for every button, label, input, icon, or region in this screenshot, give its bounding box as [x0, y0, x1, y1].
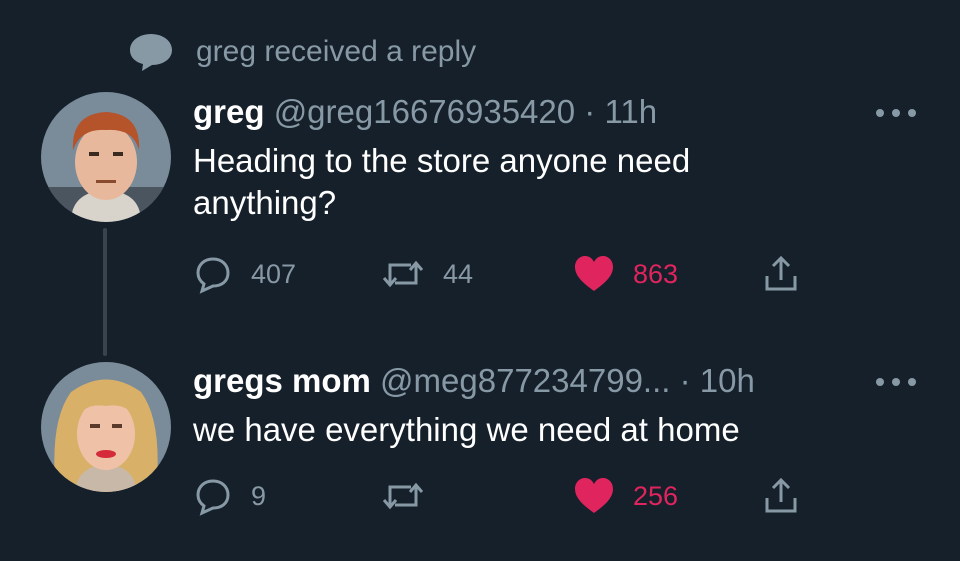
author-handle[interactable]: @greg16676935420: [274, 93, 575, 130]
dot: [908, 109, 916, 117]
more-options-button[interactable]: [876, 372, 916, 392]
tweet-header: gregs mom @meg877234799... · 10h: [193, 362, 755, 400]
share-button[interactable]: [761, 476, 801, 516]
reply-icon: [196, 257, 230, 294]
dot: [892, 378, 900, 386]
share-icon: [765, 477, 797, 513]
retweet-icon: [382, 260, 424, 288]
dot: [908, 378, 916, 386]
author-name[interactable]: gregs mom: [193, 362, 371, 399]
dot: [892, 109, 900, 117]
tweet-time[interactable]: · 10h: [680, 362, 755, 399]
dot: [876, 109, 884, 117]
reply-icon: [196, 479, 230, 516]
share-button[interactable]: [761, 254, 801, 294]
dot: [876, 378, 884, 386]
tweet-actions: 9 256: [193, 476, 813, 516]
author-name[interactable]: greg: [193, 93, 265, 130]
more-options-button[interactable]: [876, 103, 916, 123]
reply-button[interactable]: 9: [193, 476, 266, 516]
retweet-button[interactable]: 44: [381, 254, 473, 294]
tweet-text: we have everything we need at home: [193, 411, 740, 448]
avatar-greg[interactable]: [41, 92, 171, 222]
avatar-gregs-mom[interactable]: [41, 362, 171, 492]
retweet-count: 44: [443, 258, 474, 289]
like-button[interactable]: 256: [573, 476, 678, 516]
retweet-button[interactable]: [381, 476, 443, 516]
heart-icon: [575, 256, 613, 291]
retweet-icon: [382, 482, 424, 510]
thread-line: [103, 228, 107, 356]
reply-button[interactable]: 407: [193, 254, 296, 294]
like-button[interactable]: 863: [573, 254, 678, 294]
reply-count: 407: [251, 258, 297, 289]
author-handle[interactable]: @meg877234799...: [380, 362, 670, 399]
share-icon: [765, 255, 797, 291]
tweet-time[interactable]: · 11h: [584, 93, 657, 130]
notification-text: greg received a reply: [196, 35, 477, 68]
reply-bubble-icon: [130, 34, 172, 71]
reply-count: 9: [251, 480, 267, 511]
tweet-text: Heading to the store anyone need anythin…: [193, 142, 691, 221]
notification-header: greg received a reply: [128, 30, 476, 74]
like-count: 256: [633, 480, 679, 511]
heart-icon: [575, 478, 613, 513]
like-count: 863: [633, 258, 679, 289]
tweet-actions: 407 44 863: [193, 254, 813, 294]
tweet-header: greg @greg16676935420 · 11h: [193, 93, 657, 131]
